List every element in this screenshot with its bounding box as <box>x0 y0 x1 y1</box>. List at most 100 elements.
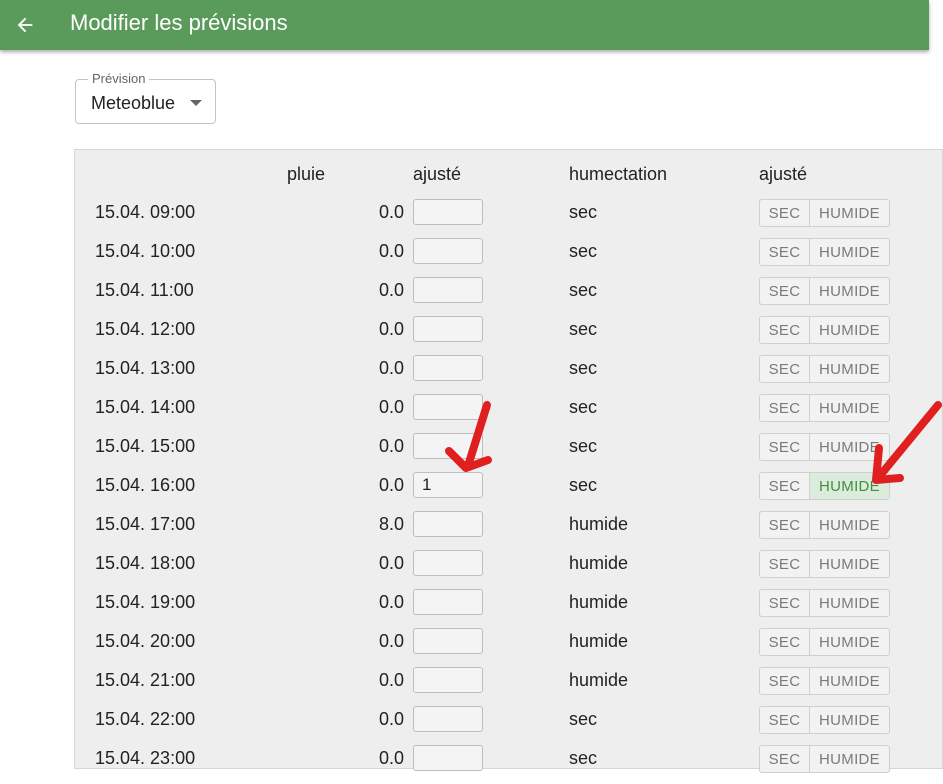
row-wetness: humide <box>569 592 629 612</box>
header-wetness-adjusted: ajusté <box>759 164 808 184</box>
row-wetness: sec <box>569 202 598 222</box>
table-row: 15.04. 23:00 0.0 sec SEC HUMIDE <box>0 745 929 784</box>
humide-button[interactable]: HUMIDE <box>810 395 889 421</box>
row-time: 15.04. 15:00 <box>95 436 196 456</box>
humide-button[interactable]: HUMIDE <box>810 278 889 304</box>
arrow-left-icon[interactable] <box>14 14 36 36</box>
sec-button[interactable]: SEC <box>760 746 810 772</box>
wetness-toggle: SEC HUMIDE <box>759 628 890 656</box>
row-rain: 0.0 <box>378 631 404 651</box>
sec-button[interactable]: SEC <box>760 512 810 538</box>
humide-button[interactable]: HUMIDE <box>810 317 889 343</box>
humide-button[interactable]: HUMIDE <box>810 512 889 538</box>
row-rain: 0.0 <box>378 436 404 456</box>
humide-button[interactable]: HUMIDE <box>810 668 889 694</box>
table-row: 15.04. 17:00 8.0 humide SEC HUMIDE <box>0 511 929 550</box>
rain-adjusted-input[interactable] <box>413 433 483 459</box>
sec-button[interactable]: SEC <box>760 200 810 226</box>
rain-adjusted-input[interactable] <box>413 472 483 498</box>
rain-adjusted-input[interactable] <box>413 394 483 420</box>
rain-adjusted-input[interactable] <box>413 706 483 732</box>
row-time: 15.04. 11:00 <box>95 280 194 300</box>
forecast-select[interactable]: Prévision Meteoblue <box>75 71 216 124</box>
humide-button[interactable]: HUMIDE <box>810 200 889 226</box>
table-row: 15.04. 21:00 0.0 humide SEC HUMIDE <box>0 667 929 706</box>
rain-adjusted-input[interactable] <box>413 199 483 225</box>
row-time: 15.04. 14:00 <box>95 397 196 417</box>
row-time: 15.04. 21:00 <box>95 670 196 690</box>
rain-adjusted-input[interactable] <box>413 628 483 654</box>
sec-button[interactable]: SEC <box>760 395 810 421</box>
wetness-toggle: SEC HUMIDE <box>759 238 890 266</box>
row-time: 15.04. 23:00 <box>95 748 196 768</box>
header-rain-adjusted: ajusté <box>413 164 462 184</box>
humide-button[interactable]: HUMIDE <box>810 551 889 577</box>
humide-button[interactable]: HUMIDE <box>810 590 889 616</box>
row-wetness: sec <box>569 748 598 768</box>
sec-button[interactable]: SEC <box>760 707 810 733</box>
row-rain: 0.0 <box>378 475 404 495</box>
rain-adjusted-input[interactable] <box>413 745 483 771</box>
sec-button[interactable]: SEC <box>760 356 810 382</box>
row-wetness: sec <box>569 319 598 339</box>
row-wetness: sec <box>569 475 598 495</box>
sec-button[interactable]: SEC <box>760 590 810 616</box>
app-bar: Modifier les prévisions <box>0 0 929 50</box>
table-row: 15.04. 10:00 0.0 sec SEC HUMIDE <box>0 238 929 277</box>
sec-button[interactable]: SEC <box>760 434 810 460</box>
row-time: 15.04. 18:00 <box>95 553 196 573</box>
wetness-toggle: SEC HUMIDE <box>759 355 890 383</box>
row-wetness: sec <box>569 709 598 729</box>
row-time: 15.04. 10:00 <box>95 241 196 261</box>
table-row: 15.04. 11:00 0.0 sec SEC HUMIDE <box>0 277 929 316</box>
sec-button[interactable]: SEC <box>760 239 810 265</box>
row-rain: 0.0 <box>378 202 404 222</box>
row-rain: 0.0 <box>378 358 404 378</box>
wetness-toggle: SEC HUMIDE <box>759 511 890 539</box>
sec-button[interactable]: SEC <box>760 278 810 304</box>
table-row: 15.04. 09:00 0.0 sec SEC HUMIDE <box>0 199 929 238</box>
table-row: 15.04. 15:00 0.0 sec SEC HUMIDE <box>0 433 929 472</box>
table-row: 15.04. 18:00 0.0 humide SEC HUMIDE <box>0 550 929 589</box>
sec-button[interactable]: SEC <box>760 629 810 655</box>
rain-adjusted-input[interactable] <box>413 355 483 381</box>
table-row: 15.04. 20:00 0.0 humide SEC HUMIDE <box>0 628 929 667</box>
row-time: 15.04. 22:00 <box>95 709 196 729</box>
sec-button[interactable]: SEC <box>760 473 810 499</box>
table-row: 15.04. 19:00 0.0 humide SEC HUMIDE <box>0 589 929 628</box>
header-wetness: humectation <box>569 164 668 184</box>
row-time: 15.04. 13:00 <box>95 358 196 378</box>
sec-button[interactable]: SEC <box>760 668 810 694</box>
rain-adjusted-input[interactable] <box>413 277 483 303</box>
row-wetness: humide <box>569 553 629 573</box>
humide-button[interactable]: HUMIDE <box>810 434 889 460</box>
row-time: 15.04. 19:00 <box>95 592 196 612</box>
humide-button[interactable]: HUMIDE <box>810 629 889 655</box>
humide-button[interactable]: HUMIDE <box>810 473 889 499</box>
row-rain: 0.0 <box>378 397 404 417</box>
rain-adjusted-input[interactable] <box>413 316 483 342</box>
humide-button[interactable]: HUMIDE <box>810 746 889 772</box>
rain-adjusted-input[interactable] <box>413 550 483 576</box>
wetness-toggle: SEC HUMIDE <box>759 199 890 227</box>
sec-button[interactable]: SEC <box>760 551 810 577</box>
row-wetness: humide <box>569 631 629 651</box>
row-rain: 0.0 <box>378 553 404 573</box>
rain-adjusted-input[interactable] <box>413 667 483 693</box>
rain-adjusted-input[interactable] <box>413 589 483 615</box>
row-rain: 8.0 <box>378 514 404 534</box>
rain-adjusted-input[interactable] <box>413 511 483 537</box>
wetness-toggle: SEC HUMIDE <box>759 433 890 461</box>
row-wetness: sec <box>569 280 598 300</box>
humide-button[interactable]: HUMIDE <box>810 707 889 733</box>
rain-adjusted-input[interactable] <box>413 238 483 264</box>
sec-button[interactable]: SEC <box>760 317 810 343</box>
table-row: 15.04. 22:00 0.0 sec SEC HUMIDE <box>0 706 929 745</box>
row-wetness: sec <box>569 241 598 261</box>
wetness-toggle: SEC HUMIDE <box>759 550 890 578</box>
row-rain: 0.0 <box>378 709 404 729</box>
humide-button[interactable]: HUMIDE <box>810 239 889 265</box>
row-rain: 0.0 <box>378 670 404 690</box>
row-rain: 0.0 <box>378 748 404 768</box>
humide-button[interactable]: HUMIDE <box>810 356 889 382</box>
